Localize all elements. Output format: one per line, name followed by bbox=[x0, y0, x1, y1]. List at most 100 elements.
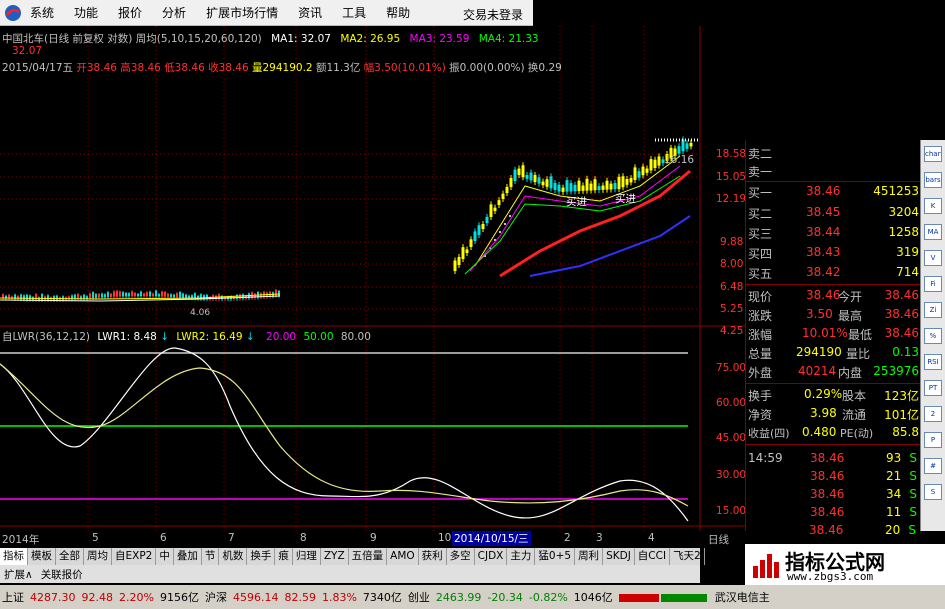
bar-chart-icon[interactable]: bars bbox=[924, 172, 942, 188]
two-pane-icon[interactable]: 2 bbox=[924, 406, 942, 422]
indicator-tab[interactable]: 自CCI bbox=[635, 548, 671, 565]
tick-row: 38.46 34 S bbox=[746, 486, 921, 504]
menu-tools[interactable]: 工具 bbox=[342, 4, 366, 21]
candle-body bbox=[609, 183, 613, 190]
hs-index-pct: 1.83% bbox=[321, 590, 357, 604]
grid-icon[interactable]: # bbox=[924, 458, 942, 474]
candle-body bbox=[513, 169, 517, 181]
stats-value: 0.29% bbox=[804, 387, 843, 401]
menu-help[interactable]: 帮助 bbox=[386, 4, 410, 21]
quote-row: 涨幅 10.01% 最低 38.46 bbox=[746, 325, 921, 343]
menu-extended-market[interactable]: 扩展市场行情 bbox=[206, 4, 278, 21]
candle-body bbox=[645, 168, 649, 173]
quote-value: 40214 bbox=[798, 364, 837, 378]
menu-function[interactable]: 功能 bbox=[74, 4, 98, 21]
indicator-tab[interactable]: 换手 bbox=[247, 548, 276, 565]
app-logo-icon bbox=[5, 4, 21, 21]
finance-icon[interactable]: Fi bbox=[924, 276, 942, 292]
indicator-tab[interactable]: 全部 bbox=[56, 548, 84, 565]
menu-system[interactable]: 系统 bbox=[30, 4, 54, 21]
indicator-tab[interactable]: 主力 bbox=[507, 548, 536, 565]
indicator-tab[interactable]: 飞天2 bbox=[670, 548, 705, 565]
candle-body bbox=[477, 225, 481, 235]
indicator-tab[interactable]: 归理 bbox=[293, 548, 321, 565]
order-row-buy4[interactable]: 买四 38.43 319 bbox=[746, 244, 921, 262]
volume-icon[interactable]: V bbox=[924, 250, 942, 266]
indicator-tab[interactable]: CJDX bbox=[475, 548, 508, 565]
indicator-tab[interactable]: 周利 bbox=[575, 548, 604, 565]
vertical-grid-lines bbox=[0, 26, 700, 531]
candle-body bbox=[469, 239, 473, 247]
kline-chart-area[interactable]: 中国北车(日线 前复权 对数) 周均(5,10,15,20,60,120) MA… bbox=[0, 26, 745, 531]
rsi-icon[interactable]: RSI bbox=[924, 354, 942, 370]
candle-body bbox=[23, 295, 25, 300]
indicator-tab[interactable]: 机数 bbox=[219, 548, 248, 565]
kline-chart-canvas[interactable] bbox=[0, 26, 745, 531]
tick-row: 38.46 11 S bbox=[746, 504, 921, 522]
order-row-buy3[interactable]: 买三 38.44 1258 bbox=[746, 224, 921, 242]
indicator-tab[interactable]: SKDJ bbox=[603, 548, 635, 565]
kline-icon[interactable]: K bbox=[924, 198, 942, 214]
menu-news[interactable]: 资讯 bbox=[298, 4, 322, 21]
candle-body bbox=[589, 183, 593, 191]
indicator-tab[interactable]: 指标 bbox=[0, 548, 28, 565]
trade-login-status[interactable]: 交易未登录 bbox=[463, 6, 523, 23]
order-label: 买四 bbox=[748, 247, 773, 261]
period-label[interactable]: 日线 bbox=[708, 532, 729, 547]
pt-icon[interactable]: PT bbox=[924, 380, 942, 396]
indicator-tab[interactable]: 猛0+5 bbox=[535, 548, 576, 565]
watermark-url: www.zbgs3.com bbox=[787, 570, 874, 583]
time-axis-label: 9 bbox=[370, 532, 377, 544]
candle-body bbox=[128, 293, 130, 297]
lwr1-arrow-icon: ↓ bbox=[160, 331, 170, 343]
indicator-tab[interactable]: 节 bbox=[202, 548, 220, 565]
hs-index-label[interactable]: 沪深 bbox=[205, 589, 227, 605]
indicator-tab[interactable]: 叠加 bbox=[174, 548, 202, 565]
print-icon[interactable]: P bbox=[924, 432, 942, 448]
menu-analysis[interactable]: 分析 bbox=[162, 4, 186, 21]
candle-body bbox=[119, 291, 121, 297]
indicator-tab[interactable]: 周均 bbox=[84, 548, 112, 565]
cy-index-label[interactable]: 创业 bbox=[408, 589, 430, 605]
broker-server[interactable]: 武汉电信主 bbox=[715, 589, 770, 605]
candle-body bbox=[170, 294, 172, 297]
indicator-tab[interactable]: 自EXP2 bbox=[112, 548, 157, 565]
sh-index-label[interactable]: 上证 bbox=[2, 589, 24, 605]
cy-index-pct: -0.82% bbox=[528, 590, 568, 604]
ma-icon[interactable]: MA bbox=[924, 224, 942, 240]
candle-body bbox=[155, 290, 157, 297]
order-row-buy5[interactable]: 买五 38.42 714 bbox=[746, 264, 921, 282]
settings-icon[interactable]: S bbox=[924, 484, 942, 500]
candle-body bbox=[557, 184, 561, 192]
candle-body bbox=[545, 179, 549, 187]
news-icon[interactable]: Zi bbox=[924, 302, 942, 318]
indicator-tab[interactable]: 中 bbox=[156, 548, 174, 565]
order-row-buy2[interactable]: 买二 38.45 3204 bbox=[746, 204, 921, 222]
indicator-tab[interactable]: 模板 bbox=[28, 548, 56, 565]
indicator-tab[interactable]: AMO bbox=[387, 548, 419, 565]
candle-body bbox=[689, 142, 693, 147]
candle-body bbox=[104, 294, 106, 298]
indicator-tab[interactable]: 痕 bbox=[275, 548, 293, 565]
time-axis-label: 5 bbox=[92, 532, 99, 544]
hs-index-change: 82.59 bbox=[284, 590, 316, 604]
order-row-sell2[interactable]: 卖二 bbox=[746, 144, 921, 162]
indicator-tab[interactable]: 多空 bbox=[447, 548, 475, 565]
line-chart-icon[interactable]: chart bbox=[924, 146, 942, 162]
bar-open: 开38.46 bbox=[76, 62, 117, 74]
cy-index-amount: 1046亿 bbox=[573, 591, 613, 604]
tab-related-quotes[interactable]: 关联报价 bbox=[37, 567, 87, 582]
indicator-tab[interactable]: 获利 bbox=[419, 548, 447, 565]
indicator-tab[interactable]: 五倍量 bbox=[349, 548, 388, 565]
tab-extend[interactable]: 扩展∧ bbox=[0, 567, 37, 582]
order-row-sell1[interactable]: 卖一 bbox=[746, 162, 921, 180]
order-price: 38.42 bbox=[806, 265, 841, 279]
percent-icon[interactable]: % bbox=[924, 328, 942, 344]
quote-panel: 卖二 卖一 买一 38.46 451253 买二 38.45 3204 买三 3… bbox=[745, 140, 921, 531]
indicator-tab[interactable]: ZYZ bbox=[321, 548, 349, 565]
tick-volume: 93 bbox=[886, 451, 902, 465]
menu-quote[interactable]: 报价 bbox=[118, 4, 142, 21]
lwr-header-row: 自LWR(36,12,12) LWR1: 8.48 ↓ LWR2: 16.49 … bbox=[2, 329, 371, 344]
order-row-buy1[interactable]: 买一 38.46 451253 bbox=[746, 183, 921, 201]
price-axis-label: 5.25 bbox=[720, 303, 744, 315]
